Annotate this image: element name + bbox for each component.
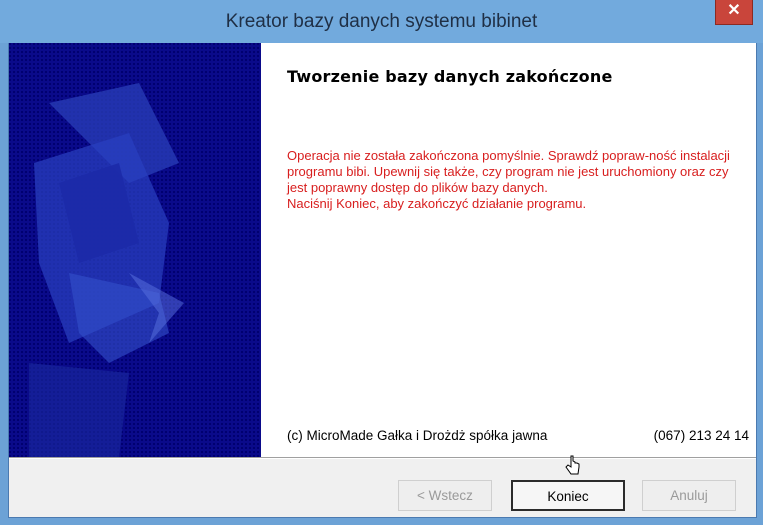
cancel-button[interactable]: Anuluj — [642, 480, 736, 511]
wizard-client-area: Tworzenie bazy danych zakończone Operacj… — [8, 43, 757, 518]
title-bar[interactable]: Kreator bazy danych systemu bibinet ✕ — [0, 0, 763, 43]
close-icon: ✕ — [727, 2, 741, 19]
wizard-banner-image — [9, 43, 261, 457]
page-heading: Tworzenie bazy danych zakończone — [287, 67, 613, 86]
copyright-text: (c) MicroMade Gałka i Drożdż spółka jawn… — [287, 428, 548, 443]
error-message-text: Operacja nie została zakończona pomyślni… — [287, 148, 730, 195]
close-button[interactable]: ✕ — [715, 0, 753, 25]
wizard-content-panel: Tworzenie bazy danych zakończone Operacj… — [261, 43, 756, 457]
button-separator — [9, 457, 756, 459]
window-title: Kreator bazy danych systemu bibinet — [225, 11, 538, 32]
finish-button[interactable]: Koniec — [511, 480, 625, 511]
copyright-footer: (c) MicroMade Gałka i Drożdż spółka jawn… — [287, 428, 749, 443]
error-message: Operacja nie została zakończona pomyślni… — [287, 148, 749, 212]
mouse-cursor-icon — [565, 455, 580, 475]
phone-number: (067) 213 24 14 — [653, 428, 749, 443]
back-button[interactable]: < Wstecz — [398, 480, 492, 511]
wizard-window: Kreator bazy danych systemu bibinet ✕ Tw… — [0, 0, 763, 525]
instruction-text: Naciśnij Koniec, aby zakończyć działanie… — [287, 196, 587, 211]
banner-graphic — [9, 43, 261, 457]
